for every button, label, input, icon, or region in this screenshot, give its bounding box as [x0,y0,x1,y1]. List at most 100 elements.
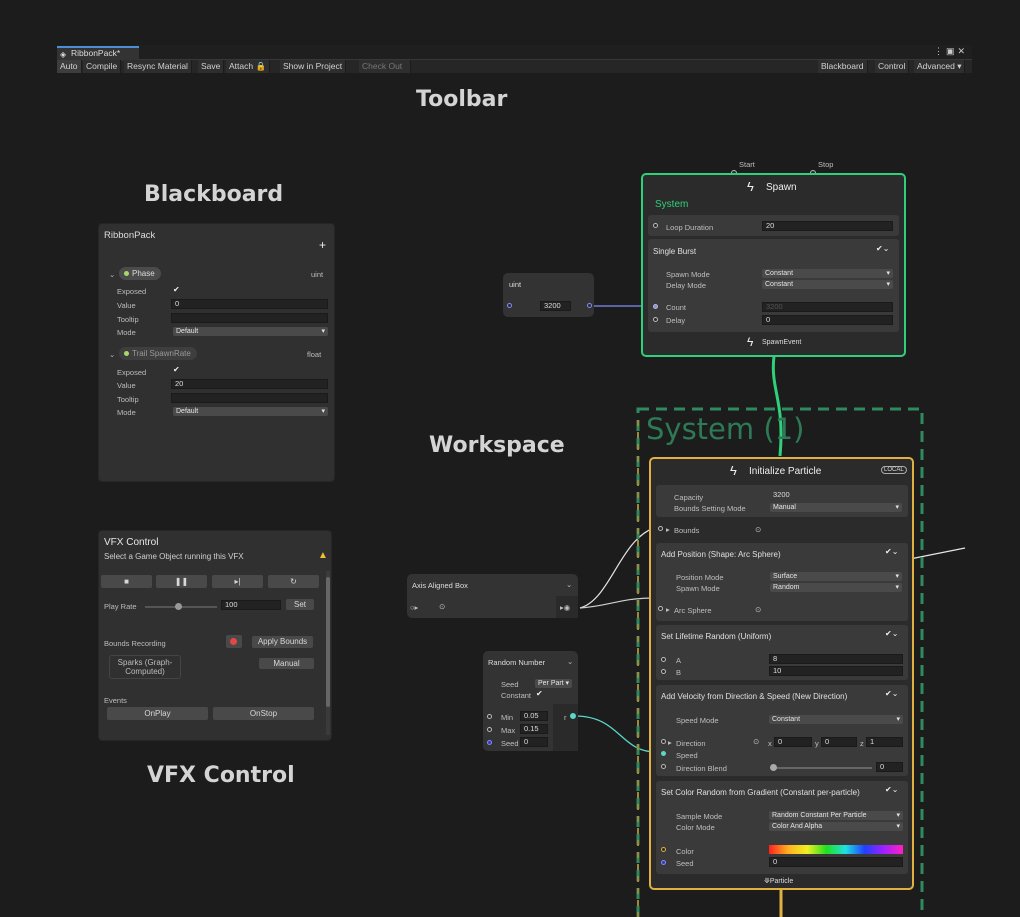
lifetime-b-field[interactable]: 10 [769,666,903,676]
resync-material-button[interactable]: Resync Material [124,60,192,73]
spawn-context[interactable]: ϟ Spawn System Loop Duration 20 Single B… [641,173,906,357]
random-max-field[interactable]: 0.15 [520,724,548,734]
random-seed-dropdown[interactable]: Per Part [535,679,572,688]
lifetime-block[interactable]: Set Lifetime Random (Uniform) ✔⌄ A 8 B 1… [656,625,908,680]
color-port[interactable] [661,847,666,852]
direction-blend-port[interactable] [661,764,666,769]
burst-delay-field[interactable]: 0 [762,315,893,325]
color-toggle[interactable]: ✔⌄ [885,785,898,794]
set-dropdown[interactable]: Set [286,599,314,610]
trail-exposed-checkbox[interactable]: ✔ [173,365,180,374]
window-tab[interactable]: ◈ RibbonPack* [57,46,139,61]
trail-value-field[interactable]: 20 [171,379,328,389]
bounds-space-icon[interactable]: ⊙ [755,525,761,534]
direction-y-field[interactable]: 0 [821,737,857,747]
trail-tooltip-field[interactable] [171,393,328,403]
phase-collapse-icon[interactable]: ⌄ [109,270,115,279]
burst-count-port[interactable] [653,304,658,309]
uint-node[interactable]: uint 3200 [503,273,594,317]
close-icon[interactable]: ✕ [957,46,968,56]
burst-spawn-mode-dropdown[interactable]: Constant [762,269,893,278]
phase-exposed-checkbox[interactable]: ✔ [173,285,180,294]
loop-duration-field[interactable]: 20 [762,221,893,231]
maximize-icon[interactable]: ▣ [946,46,958,56]
burst-count-field[interactable]: 3200 [762,302,893,312]
direction-x-field[interactable]: 0 [774,737,812,747]
phase-tooltip-field[interactable] [171,313,328,323]
trail-mode-dropdown[interactable]: Default [173,407,328,416]
add-position-block[interactable]: Add Position (Shape: Arc Sphere) ✔⌄ Posi… [656,543,908,621]
bounds-port[interactable] [658,526,663,531]
burst-delay-port[interactable] [653,317,658,322]
step-button[interactable]: ▸| [212,575,263,588]
direction-blend-handle[interactable] [770,764,777,771]
record-icon[interactable] [226,635,242,648]
direction-port[interactable] [661,739,666,744]
add-position-toggle[interactable]: ✔⌄ [885,547,898,556]
random-seed2-port[interactable] [487,740,492,745]
check-out-button[interactable]: Check Out [359,60,411,73]
arc-sphere-space-icon[interactable]: ⊙ [755,605,761,614]
show-in-project-button[interactable]: Show in Project [280,60,347,73]
onplay-button[interactable]: OnPlay [107,707,208,720]
color-seed-port[interactable] [661,860,666,865]
property-trail-spawnrate[interactable]: Trail SpawnRate [119,347,197,360]
bounds-manual-dropdown[interactable]: Manual [259,658,314,669]
lifetime-a-field[interactable]: 8 [769,654,903,664]
restart-button[interactable]: ↻ [268,575,319,588]
random-number-chevron-down-icon[interactable]: ⌄ [567,657,573,666]
bounds-mode-dropdown[interactable]: Manual [770,503,902,512]
uint-output-port[interactable] [587,303,592,308]
direction-expand-icon[interactable]: ▸ [668,738,672,747]
blackboard-toggle[interactable]: Blackboard [818,60,868,73]
burst-delay-mode-dropdown[interactable]: Constant [762,280,893,289]
axis-aligned-box-node[interactable]: Axis Aligned Box ⌄ ○▸ ⊙ ▸◉ [407,574,578,618]
attach-button[interactable]: Attach 🔒 [226,60,271,73]
property-phase[interactable]: Phase [119,267,161,280]
color-block[interactable]: Set Color Random from Gradient (Constant… [656,781,908,874]
compile-button[interactable]: Compile [83,60,122,73]
loop-duration-port[interactable] [653,223,658,228]
bounds-expand-icon[interactable]: ▸ [666,525,670,534]
more-icon[interactable]: ⋮ [934,46,946,56]
add-property-button[interactable]: + [319,238,326,252]
advanced-dropdown[interactable]: Advanced ▾ [914,60,966,73]
random-min-port[interactable] [487,714,492,719]
save-button[interactable]: Save [198,60,225,73]
arc-sphere-expand-icon[interactable]: ▸ [666,605,670,614]
color-seed-field[interactable]: 0 [769,857,903,867]
initialize-particle-context[interactable]: ϟ Initialize Particle LOCAL Capacity 320… [649,457,914,890]
direction-space-icon[interactable]: ⊙ [753,737,759,746]
color-gradient-field[interactable] [769,845,903,854]
auto-toggle[interactable]: Auto [57,60,82,73]
trail-collapse-icon[interactable]: ⌄ [109,350,115,359]
vfx-control-scrollbar[interactable] [326,571,330,735]
lifetime-b-port[interactable] [661,669,666,674]
pos-spawn-mode-dropdown[interactable]: Random [770,583,902,592]
play-rate-slider[interactable] [145,603,217,610]
velocity-toggle[interactable]: ✔⌄ [885,689,898,698]
play-rate-field[interactable]: 100 [221,600,281,610]
pause-button[interactable]: ❚❚ [156,575,207,588]
direction-z-field[interactable]: 1 [866,737,903,747]
stop-button[interactable]: ■ [101,575,152,588]
random-output-port[interactable] [570,713,576,719]
single-burst-toggle[interactable]: ✔⌄ [876,244,889,253]
direction-blend-field[interactable]: 0 [876,762,903,772]
position-mode-dropdown[interactable]: Surface [770,572,902,581]
lifetime-a-port[interactable] [661,657,666,662]
arc-sphere-port[interactable] [658,606,663,611]
control-toggle[interactable]: Control [875,60,910,73]
aabox-space-icon[interactable]: ⊙ [439,602,445,611]
apply-bounds-button[interactable]: Apply Bounds [252,636,313,648]
aabox-output-port[interactable]: ▸◉ [560,603,570,612]
capacity-field[interactable]: 3200 [770,491,902,501]
random-constant-checkbox[interactable]: ✔ [536,689,543,698]
lifetime-toggle[interactable]: ✔⌄ [885,629,898,638]
random-min-field[interactable]: 0.05 [520,711,548,721]
uint-input-port[interactable] [507,303,512,308]
speed-mode-dropdown[interactable]: Constant [769,715,903,724]
aabox-input-port[interactable]: ○▸ [410,603,418,612]
speed-port[interactable] [661,751,666,756]
sample-mode-dropdown[interactable]: Random Constant Per Particle [769,811,903,820]
